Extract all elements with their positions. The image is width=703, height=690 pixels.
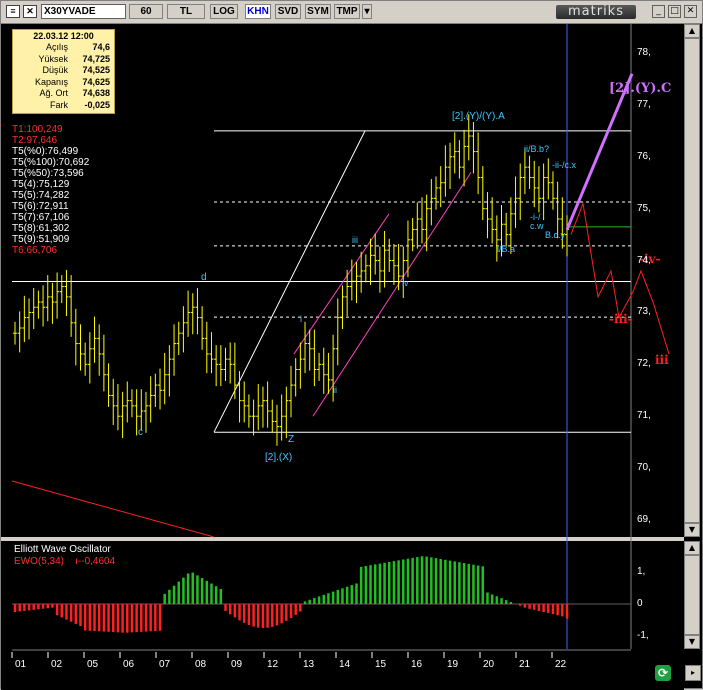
scroll-down-icon[interactable]: ▼ [684, 523, 700, 537]
scroll-thumb[interactable] [684, 555, 700, 635]
target-level: T5(8):61,302 [12, 223, 70, 234]
time-axis-label: 20 [483, 659, 495, 670]
refresh-icon[interactable]: ⟳ [655, 665, 671, 681]
oscillator-axis-label: 1, [637, 566, 646, 577]
wave-label: i [300, 314, 302, 324]
info-row-change: Fark -0,025 [13, 100, 114, 112]
target-level: T1:100,249 [12, 124, 63, 135]
price-axis-label: 74, [637, 254, 651, 266]
target-level: T5(7):67,106 [12, 212, 70, 223]
time-axis-label: 02 [51, 659, 63, 670]
oscillator-separator: ı- [64, 556, 82, 567]
oscillator-axis-label: -1, [637, 630, 649, 641]
price-axis-label: 75, [637, 202, 651, 214]
oscillator-scrollbar[interactable]: ▲ ▼ [684, 541, 700, 649]
time-axis-label: 07 [159, 659, 171, 670]
info-value: 74,625 [82, 76, 110, 87]
info-row-open: Açılış 74,6 [13, 42, 114, 54]
info-row-low: Düşük 74,525 [13, 65, 114, 77]
target-level: T5(%50):73,596 [12, 168, 84, 179]
target-level: T5(4):75,129 [12, 179, 70, 190]
wave-label: d [201, 272, 207, 283]
target-level: T5(%0):76,499 [12, 146, 79, 157]
price-axis-label: 78, [637, 47, 651, 58]
resize-corner-icon[interactable]: ▸ [685, 665, 701, 681]
time-axis-label: 06 [123, 659, 135, 670]
price-axis-label: 77, [637, 98, 651, 110]
price-axis-label: 76, [637, 150, 651, 162]
wave-label: [2].(X) [265, 452, 293, 463]
time-axis-label: 14 [339, 659, 351, 670]
time-axis-label: 09 [231, 659, 243, 670]
target-level: T5(6):72,911 [12, 201, 69, 212]
time-axis-label: 22 [555, 659, 567, 670]
time-axis-label: 21 [519, 659, 531, 670]
wave-label: i/B.a [497, 244, 516, 254]
info-label: Kapanış [34, 76, 68, 87]
scroll-up-icon[interactable]: ▲ [684, 541, 700, 555]
price-axis-label: 70, [637, 462, 651, 474]
time-axis-label: 13 [303, 659, 315, 670]
scroll-down-icon[interactable]: ▼ [684, 635, 700, 649]
time-axis-label: 01 [15, 659, 27, 670]
wave-label: iv [402, 278, 409, 288]
scroll-up-icon[interactable]: ▲ [684, 24, 700, 38]
target-level: T5(%100):70,692 [12, 157, 90, 168]
wave-label: iii [352, 235, 358, 245]
oscillator-axis-label: 0 [637, 598, 643, 609]
wave-label: -ii-/c.x [552, 160, 576, 170]
info-label: Düşük [42, 65, 68, 75]
target-level: T2:97,646 [12, 135, 58, 146]
time-axis-label: 12 [267, 659, 279, 670]
info-label: Fark [50, 99, 68, 110]
info-value: 74,6 [92, 42, 110, 52]
info-row-high: Yüksek 74,725 [13, 54, 114, 66]
oscillator-last-value: -0,4604 [81, 556, 116, 567]
wave-label: ii [333, 385, 337, 395]
wave-label: c.w [530, 221, 544, 231]
price-scrollbar[interactable]: ▲ ▼ [684, 24, 700, 537]
bar-date: 22.03.12 12:00 [33, 31, 94, 41]
info-value: 74,525 [82, 65, 110, 75]
wave-label: Z [288, 434, 295, 445]
wave-label: iii [655, 353, 669, 367]
wave-label: ii/B.b? [524, 144, 550, 154]
price-axis-label: 71, [637, 410, 651, 422]
oscillator-value: EWO(5,34) ı--0,4604 [14, 556, 115, 567]
target-level: T6:66,706 [12, 245, 58, 256]
wave-label: c [138, 427, 143, 438]
wave-label: -iii- [609, 312, 633, 326]
info-value: 74,638 [82, 88, 110, 98]
wave-label: B.c.y [545, 230, 566, 240]
price-axis-label: 72, [637, 358, 651, 370]
info-value: 74,725 [82, 53, 110, 64]
info-value: -0,025 [84, 99, 110, 110]
time-axis-label: 19 [447, 659, 459, 670]
chart-window: ≡ ✕ X30YVADE 60 TL LOG KHN SVD SYM TMP ▾… [0, 0, 703, 690]
pane-splitter [1, 537, 684, 541]
info-row-close: Kapanış 74,625 [13, 77, 114, 89]
target-level: T5(9):51,909 [12, 234, 70, 245]
info-label: Yüksek [38, 53, 68, 64]
price-info-box: 22.03.12 12:00 Açılış 74,6 Yüksek 74,725 D… [12, 29, 115, 114]
time-axis-label: 16 [411, 659, 423, 670]
time-axis-label: 08 [195, 659, 207, 670]
scroll-thumb[interactable] [684, 38, 700, 523]
oscillator-name: EWO(5,34) [14, 556, 65, 567]
price-axis-label: 69, [637, 514, 651, 525]
target-level: T5(5):74,282 [12, 190, 70, 201]
oscillator-title: Elliott Wave Oscillator [14, 544, 111, 555]
wave-label: [2].(Y)/(Y).A [452, 111, 505, 122]
info-row-avg: Ağ. Ort 74,638 [13, 88, 114, 100]
price-axis-label: 73, [637, 306, 651, 318]
info-label: Ağ. Ort [39, 88, 68, 98]
time-axis-label: 05 [87, 659, 99, 670]
info-label: Açılış [45, 42, 68, 52]
wave-label: [2].(Y).C [609, 81, 672, 96]
time-axis-label: 15 [375, 659, 387, 670]
